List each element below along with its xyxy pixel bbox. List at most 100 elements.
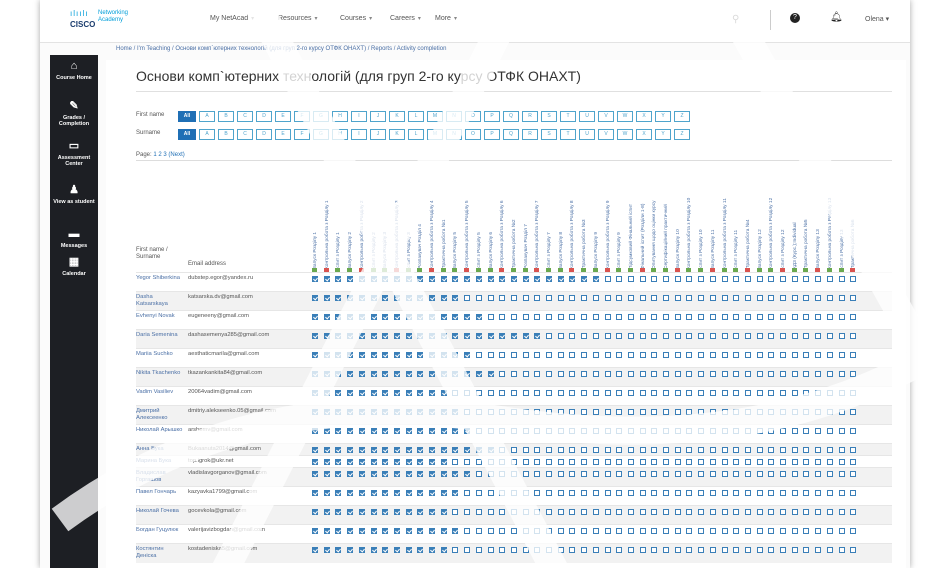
completion-checkbox[interactable] [651, 390, 658, 396]
completion-checkbox[interactable] [440, 459, 447, 465]
completion-checkbox[interactable] [534, 390, 541, 396]
activity-column-header[interactable]: КДЗ (Курс.);Individual [791, 179, 798, 273]
completion-checkbox[interactable] [440, 409, 447, 415]
completion-checkbox[interactable] [510, 428, 517, 434]
breadcrumb[interactable]: Home / I'm Teaching / Основи комп`ютерни… [116, 46, 446, 52]
completion-checkbox[interactable] [546, 459, 552, 465]
completion-checkbox[interactable] [733, 295, 740, 301]
surname-filter-letter[interactable]: R [522, 129, 538, 140]
completion-checkbox[interactable] [464, 447, 471, 453]
completion-checkbox[interactable] [803, 490, 810, 496]
completion-checkbox[interactable] [838, 371, 845, 377]
completion-checkbox[interactable] [627, 490, 634, 496]
completion-checkbox[interactable] [826, 314, 833, 320]
completion-checkbox[interactable] [382, 471, 389, 477]
first-name-filter-letter[interactable]: T [560, 111, 576, 122]
completion-checkbox[interactable] [312, 447, 318, 453]
completion-checkbox[interactable] [639, 352, 646, 358]
completion-checkbox[interactable] [791, 352, 798, 358]
completion-checkbox[interactable] [546, 295, 552, 301]
completion-checkbox[interactable] [663, 528, 669, 534]
completion-checkbox[interactable] [721, 314, 728, 320]
completion-checkbox[interactable] [616, 314, 623, 320]
completion-checkbox[interactable] [850, 295, 857, 301]
completion-checkbox[interactable] [756, 547, 763, 553]
completion-checkbox[interactable] [651, 314, 658, 320]
completion-checkbox[interactable] [370, 390, 377, 396]
completion-checkbox[interactable] [335, 528, 342, 534]
completion-checkbox[interactable] [452, 390, 459, 396]
completion-checkbox[interactable] [581, 314, 588, 320]
completion-checkbox[interactable] [803, 390, 810, 396]
completion-checkbox[interactable] [499, 409, 506, 415]
completion-checkbox[interactable] [323, 390, 330, 396]
completion-checkbox[interactable] [557, 471, 564, 477]
completion-checkbox[interactable] [429, 528, 435, 534]
completion-checkbox[interactable] [358, 471, 365, 477]
completion-checkbox[interactable] [721, 295, 728, 301]
completion-checkbox[interactable] [826, 371, 833, 377]
completion-checkbox[interactable] [850, 490, 857, 496]
completion-checkbox[interactable] [382, 428, 389, 434]
completion-checkbox[interactable] [651, 447, 658, 453]
completion-checkbox[interactable] [663, 447, 669, 453]
completion-checkbox[interactable] [838, 295, 845, 301]
completion-checkbox[interactable] [768, 509, 775, 515]
completion-checkbox[interactable] [686, 276, 693, 282]
completion-checkbox[interactable] [323, 314, 330, 320]
completion-checkbox[interactable] [417, 390, 424, 396]
completion-checkbox[interactable] [312, 509, 318, 515]
completion-checkbox[interactable] [475, 447, 482, 453]
completion-checkbox[interactable] [592, 447, 599, 453]
completion-checkbox[interactable] [452, 371, 459, 377]
completion-checkbox[interactable] [733, 390, 740, 396]
completion-checkbox[interactable] [312, 490, 318, 496]
completion-checkbox[interactable] [464, 509, 471, 515]
completion-checkbox[interactable] [323, 447, 330, 453]
completion-checkbox[interactable] [440, 509, 447, 515]
completion-checkbox[interactable] [534, 459, 541, 465]
completion-checkbox[interactable] [358, 333, 365, 339]
completion-checkbox[interactable] [744, 447, 751, 453]
completion-checkbox[interactable] [475, 314, 482, 320]
completion-checkbox[interactable] [370, 490, 377, 496]
completion-checkbox[interactable] [581, 459, 588, 465]
completion-checkbox[interactable] [826, 409, 833, 415]
sidebar-item-view-as-student[interactable]: ♟ View as student [50, 183, 98, 205]
completion-checkbox[interactable] [698, 276, 705, 282]
completion-checkbox[interactable] [429, 490, 435, 496]
completion-checkbox[interactable] [522, 459, 529, 465]
completion-checkbox[interactable] [698, 528, 705, 534]
completion-checkbox[interactable] [651, 547, 658, 553]
completion-checkbox[interactable] [674, 509, 681, 515]
completion-checkbox[interactable] [756, 459, 763, 465]
completion-checkbox[interactable] [780, 428, 786, 434]
completion-checkbox[interactable] [429, 371, 435, 377]
completion-checkbox[interactable] [663, 314, 669, 320]
activity-column-header[interactable]: Практична робота №3 [581, 179, 587, 273]
nav-my-netacad[interactable]: My NetAcad ▾ [210, 15, 254, 22]
completion-checkbox[interactable] [452, 471, 459, 477]
completion-checkbox[interactable] [335, 295, 342, 301]
activity-column-header[interactable]: Контрольна робота з Розділу 12 [768, 179, 774, 273]
completion-checkbox[interactable] [569, 528, 576, 534]
completion-checkbox[interactable] [557, 352, 564, 358]
first-name-filter-letter[interactable]: Y [655, 111, 671, 122]
completion-checkbox[interactable] [663, 276, 669, 282]
completion-checkbox[interactable] [510, 447, 517, 453]
completion-checkbox[interactable] [429, 547, 435, 553]
completion-checkbox[interactable] [616, 490, 623, 496]
completion-checkbox[interactable] [663, 352, 669, 358]
first-name-filter-letter[interactable]: P [484, 111, 500, 122]
completion-checkbox[interactable] [393, 390, 400, 396]
completion-checkbox[interactable] [674, 314, 681, 320]
completion-checkbox[interactable] [534, 333, 541, 339]
completion-checkbox[interactable] [569, 314, 576, 320]
activity-column-header[interactable]: Практична робота №4 [744, 179, 751, 273]
surname-filter-letter[interactable]: K [389, 129, 405, 140]
sidebar-item-assessment[interactable]: ▭ Assessment Center [50, 139, 98, 167]
completion-checkbox[interactable] [522, 528, 529, 534]
completion-checkbox[interactable] [335, 547, 342, 553]
completion-checkbox[interactable] [768, 447, 775, 453]
completion-checkbox[interactable] [838, 276, 845, 282]
